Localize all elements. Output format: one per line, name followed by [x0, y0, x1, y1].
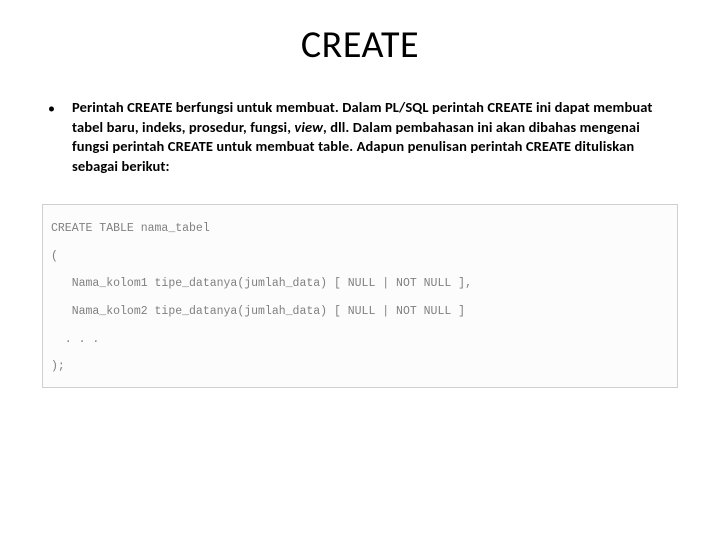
code-block: CREATE TABLE nama_tabel ( Nama_kolom1 ti… — [42, 204, 678, 388]
page-title: CREATE — [0, 0, 720, 68]
content-block: • Perintah CREATE berfungsi untuk membua… — [0, 68, 720, 176]
paragraph-italic: view — [294, 118, 323, 136]
paragraph: Perintah CREATE berfungsi untuk membuat.… — [72, 98, 672, 176]
bullet-marker: • — [48, 98, 72, 117]
